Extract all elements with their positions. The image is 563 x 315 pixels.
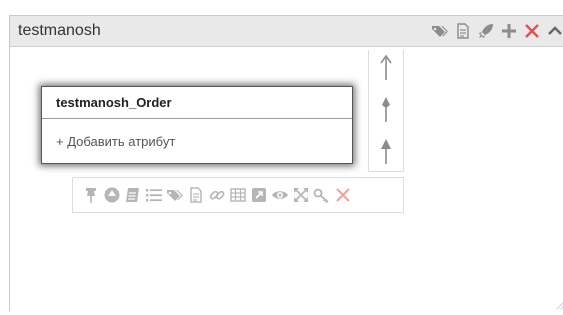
list-icon[interactable] — [144, 185, 164, 205]
plus-icon[interactable] — [499, 21, 519, 41]
entity-toolbar — [72, 177, 404, 213]
resize-grip-icon[interactable] — [555, 297, 563, 310]
rocket-icon[interactable] — [476, 21, 496, 41]
circle-arrow-icon[interactable] — [102, 185, 122, 205]
notepad-icon[interactable] — [123, 185, 143, 205]
pin-icon[interactable] — [81, 185, 101, 205]
entity-card[interactable]: testmanosh_Order + Добавить атрибут — [41, 86, 353, 164]
header-toolbar — [430, 20, 563, 42]
close-icon[interactable] — [333, 185, 353, 205]
arrow-up-thin-icon[interactable] — [374, 52, 398, 82]
expand-icon[interactable] — [291, 185, 311, 205]
key-icon[interactable] — [312, 185, 332, 205]
external-icon[interactable] — [249, 185, 269, 205]
close-icon[interactable] — [522, 21, 542, 41]
panel-header: testmanosh — [10, 16, 563, 47]
panel-title: testmanosh — [18, 22, 101, 39]
link-icon[interactable] — [207, 185, 227, 205]
arrow-up-filled-icon[interactable] — [374, 136, 398, 166]
diagram-panel: testmanosh testmanosh_Order + Добавить а… — [9, 15, 563, 311]
tags-icon[interactable] — [165, 185, 185, 205]
document-icon[interactable] — [453, 21, 473, 41]
document-icon[interactable] — [186, 185, 206, 205]
entity-header: testmanosh_Order — [42, 87, 352, 119]
relation-arrows — [368, 50, 404, 172]
arrow-up-diamond-icon[interactable] — [374, 94, 398, 124]
tags-icon[interactable] — [430, 21, 450, 41]
add-attribute-link[interactable]: + Добавить атрибут — [56, 134, 175, 149]
chevron-up-icon[interactable] — [545, 21, 563, 41]
table-icon[interactable] — [228, 185, 248, 205]
entity-title[interactable]: testmanosh_Order — [56, 95, 172, 110]
eye-icon[interactable] — [270, 185, 290, 205]
